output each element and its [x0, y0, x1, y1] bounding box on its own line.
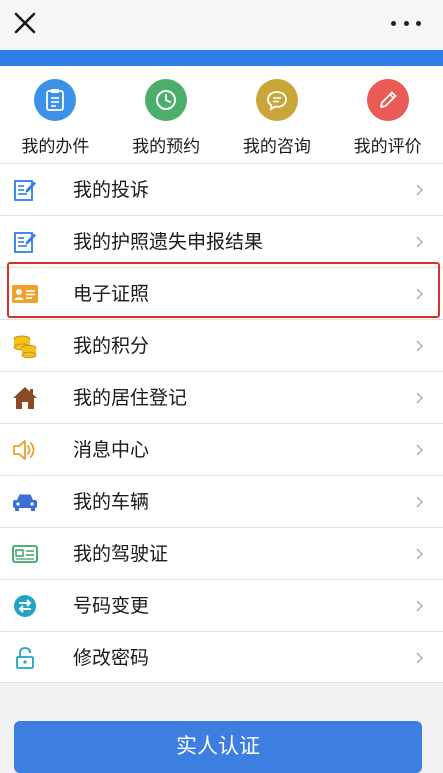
swap-arrows-icon [12, 593, 38, 619]
menu-item-label: 电子证照 [73, 283, 150, 305]
chevron-right-icon [416, 652, 424, 664]
menu-item-label: 我的车辆 [73, 491, 150, 513]
menu-item-label: 我的护照遗失申报结果 [73, 231, 264, 253]
chevron-right-icon [416, 548, 424, 560]
quick-action-my-appointments[interactable]: 我的预约 [111, 66, 222, 163]
quick-action-label: 我的咨询 [242, 137, 311, 157]
chevron-right-icon [416, 288, 424, 300]
house-icon [12, 385, 38, 411]
chevron-right-icon [416, 392, 424, 404]
menu-item-change-password[interactable]: 修改密码 [0, 631, 443, 683]
menu-item-label: 我的投诉 [73, 179, 150, 201]
quick-action-label: 我的评价 [353, 137, 422, 157]
menu-item-label: 我的驾驶证 [73, 543, 169, 565]
menu-item-label: 修改密码 [73, 647, 150, 669]
clock-icon [145, 79, 188, 121]
menu-list: 我的投诉 我的护照遗失申报结果 电子证照 我的积分 我的居住登记 消息中心 我的… [0, 163, 443, 683]
menu-item-my-vehicles[interactable]: 我的车辆 [0, 475, 443, 527]
header-accent-bar [0, 50, 443, 66]
chevron-right-icon [416, 236, 424, 248]
menu-item-number-change[interactable]: 号码变更 [0, 579, 443, 631]
menu-item-label: 消息中心 [73, 439, 150, 461]
top-bar [0, 0, 443, 50]
menu-item-label: 我的积分 [73, 335, 150, 357]
quick-action-label: 我的预约 [132, 137, 201, 157]
chevron-right-icon [416, 340, 424, 352]
quick-action-label: 我的办件 [21, 137, 90, 157]
quick-action-my-cases[interactable]: 我的办件 [0, 66, 111, 163]
chevron-right-icon [416, 600, 424, 612]
edit-note-icon [12, 229, 38, 255]
menu-item-label: 我的居住登记 [73, 387, 188, 409]
quick-actions-row: 我的办件 我的预约 我的咨询 我的评价 [0, 66, 443, 163]
menu-item-label: 号码变更 [73, 595, 150, 617]
lock-icon [12, 645, 38, 671]
edit-note-icon [12, 177, 38, 203]
menu-item-electronic-license[interactable]: 电子证照 [0, 267, 443, 319]
menu-item-passport-loss-result[interactable]: 我的护照遗失申报结果 [0, 215, 443, 267]
coins-icon [12, 333, 38, 359]
chevron-right-icon [416, 444, 424, 456]
menu-item-message-center[interactable]: 消息中心 [0, 423, 443, 475]
id-card-icon [12, 281, 38, 307]
menu-item-driving-license[interactable]: 我的驾驶证 [0, 527, 443, 579]
car-icon [12, 489, 38, 515]
more-dots-icon[interactable] [391, 16, 421, 30]
clipboard-icon [34, 79, 77, 121]
menu-item-my-complaints[interactable]: 我的投诉 [0, 163, 443, 215]
license-card-icon [12, 541, 38, 567]
quick-action-my-inquiries[interactable]: 我的咨询 [222, 66, 333, 163]
chevron-right-icon [416, 496, 424, 508]
real-name-auth-button[interactable]: 实人认证 [14, 721, 422, 773]
menu-item-my-points[interactable]: 我的积分 [0, 319, 443, 371]
menu-item-residence-registration[interactable]: 我的居住登记 [0, 371, 443, 423]
chevron-right-icon [416, 184, 424, 196]
chat-bubble-icon [255, 79, 298, 121]
pencil-icon [366, 79, 409, 121]
close-icon[interactable] [10, 8, 40, 38]
speaker-icon [12, 437, 38, 463]
quick-action-my-reviews[interactable]: 我的评价 [332, 66, 443, 163]
